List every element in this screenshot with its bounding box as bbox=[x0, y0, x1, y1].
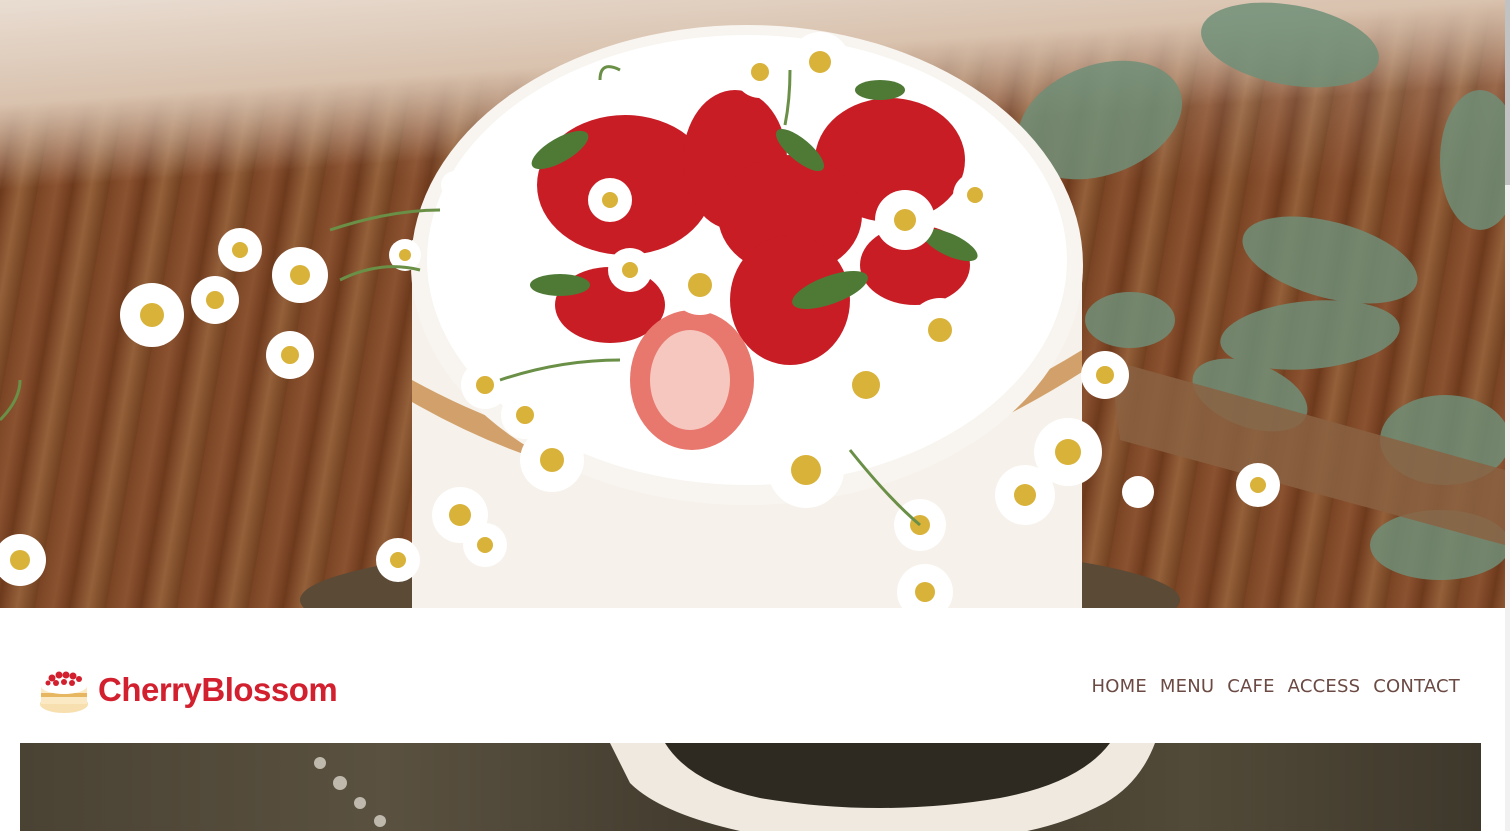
hero-image bbox=[0, 0, 1505, 608]
secondary-image bbox=[20, 743, 1481, 831]
secondary-photo bbox=[314, 743, 1155, 831]
nav-menu[interactable]: MENU bbox=[1160, 676, 1214, 697]
scrollbar-thumb[interactable] bbox=[1505, 0, 1510, 185]
page: CherryBlossom HOME MENU CAFE ACCESS CONT… bbox=[0, 0, 1510, 831]
brand-name: CherryBlossom bbox=[98, 671, 338, 708]
nav-contact[interactable]: CONTACT bbox=[1373, 676, 1460, 697]
nav-home[interactable]: HOME bbox=[1091, 676, 1146, 697]
brand-home-link[interactable]: CherryBlossom bbox=[38, 664, 338, 716]
nav-cafe[interactable]: CAFE bbox=[1227, 676, 1274, 697]
cake-photo bbox=[0, 2, 1505, 608]
main-nav: HOME MENU CAFE ACCESS CONTACT bbox=[1091, 676, 1460, 697]
site-header: CherryBlossom HOME MENU CAFE ACCESS CONT… bbox=[20, 640, 1481, 740]
nav-access[interactable]: ACCESS bbox=[1288, 676, 1361, 697]
cake-icon bbox=[40, 671, 88, 713]
scrollbar-track[interactable] bbox=[1505, 0, 1510, 831]
